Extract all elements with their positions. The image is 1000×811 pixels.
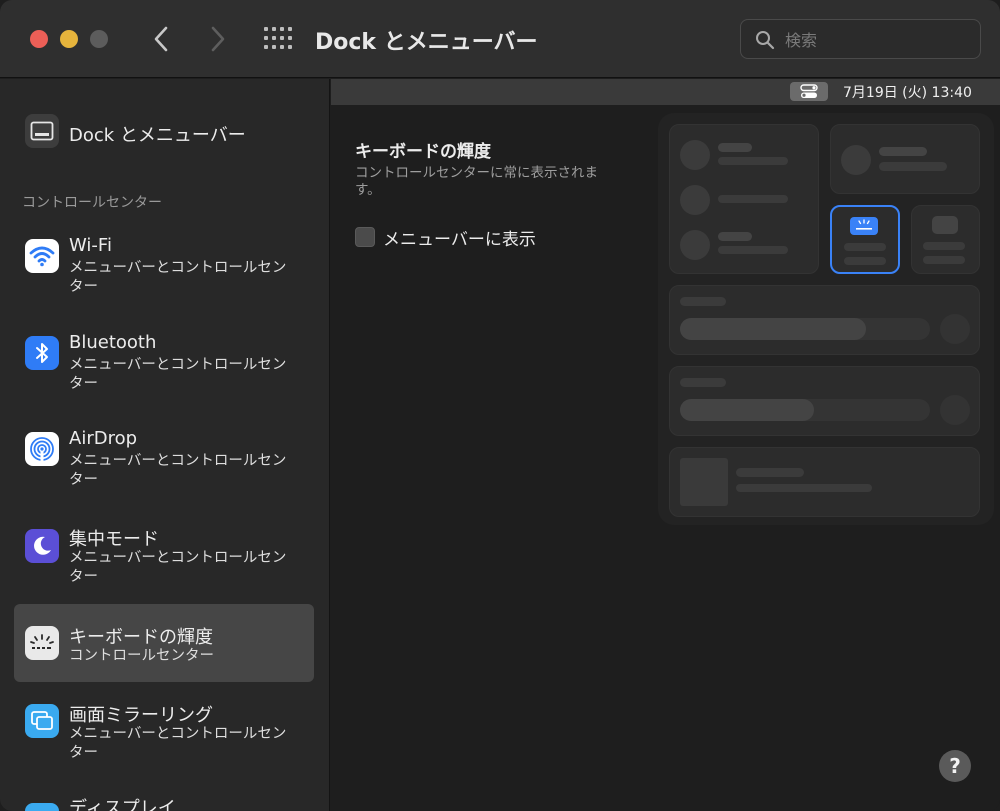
back-button[interactable] — [146, 22, 176, 56]
close-window-button[interactable] — [30, 30, 48, 48]
sidebar-item-bluetooth[interactable]: Bluetooth メニューバーとコントロールセンター — [14, 326, 314, 402]
settings-window: Dock とメニューバー Dock とメニューバー コントロールセンター Wi-… — [0, 0, 1000, 811]
control-center-preview — [658, 113, 994, 525]
show-in-menubar-row[interactable]: メニューバーに表示 — [355, 226, 536, 250]
window-title: Dock とメニューバー — [315, 30, 538, 55]
preview-mirroring-card — [911, 205, 980, 274]
sidebar-item-subtitle: メニューバーとコントロールセンター — [69, 726, 287, 761]
sidebar-item-subtitle: メニューバーとコントロールセンター — [69, 260, 287, 295]
sidebar-item-subtitle: メニューバーとコントロールセンター — [69, 550, 287, 585]
preview-connectivity-card — [669, 124, 819, 274]
sidebar-item-title: 集中モード — [69, 529, 159, 550]
bluetooth-icon — [25, 336, 59, 370]
preview-now-playing-card — [669, 447, 980, 517]
menubar-preview: 7月19日 (火) 13:40 — [331, 79, 1000, 105]
option-description: コントロールセンターに常に表示されます。 — [355, 165, 598, 198]
help-button[interactable]: ? — [939, 750, 971, 782]
sidebar-item-title: Wi-Fi — [69, 235, 112, 256]
show-in-menubar-checkbox[interactable] — [355, 227, 375, 247]
preview-display-card — [669, 285, 980, 355]
option-title: キーボードの輝度 — [355, 142, 491, 162]
menubar-date-time: 7月19日 (火) 13:40 — [843, 85, 972, 101]
sidebar-item-label: Dock とメニューバー — [69, 125, 246, 146]
dock-icon — [25, 114, 59, 148]
sidebar-item-title: 画面ミラーリング — [69, 705, 213, 726]
section-header-control-center: コントロールセンター — [22, 195, 162, 211]
preview-keyboard-brightness-icon — [850, 217, 878, 235]
zoom-window-button[interactable] — [90, 30, 108, 48]
sidebar-item-subtitle: コントロールセンター — [69, 648, 214, 664]
keyboard-brightness-icon — [25, 626, 59, 660]
show-all-button[interactable] — [262, 25, 294, 53]
sidebar-item-display[interactable]: ディスプレイ — [14, 791, 314, 811]
minimize-window-button[interactable] — [60, 30, 78, 48]
sidebar-item-title: キーボードの輝度 — [69, 627, 213, 648]
sidebar-item-wifi[interactable]: Wi-Fi メニューバーとコントロールセンター — [14, 229, 314, 305]
sidebar-item-keyboard-brightness[interactable]: キーボードの輝度 コントロールセンター — [14, 604, 314, 682]
control-center-icon — [790, 82, 828, 101]
preview-sound-card — [669, 366, 980, 436]
sidebar-item-title: ディスプレイ — [69, 798, 176, 811]
show-in-menubar-label: メニューバーに表示 — [383, 229, 536, 250]
title-bar: Dock とメニューバー — [0, 0, 1000, 78]
airdrop-icon — [25, 432, 59, 466]
forward-button[interactable] — [203, 22, 233, 56]
detail-pane: 7月19日 (火) 13:40 キーボードの輝度 コントロールセンターに常に表示… — [331, 79, 1000, 811]
preview-keyboard-brightness-card — [830, 205, 900, 274]
chevron-right-icon — [211, 26, 225, 52]
sidebar: Dock とメニューバー コントロールセンター Wi-Fi メニューバーとコント… — [0, 79, 330, 811]
moon-icon — [25, 529, 59, 563]
display-icon — [25, 803, 59, 811]
sidebar-item-subtitle: メニューバーとコントロールセンター — [69, 357, 287, 392]
chevron-left-icon — [154, 26, 168, 52]
search-input[interactable] — [785, 28, 965, 52]
sidebar-item-title: AirDrop — [69, 428, 138, 449]
sidebar-item-airdrop[interactable]: AirDrop メニューバーとコントロールセンター — [14, 422, 314, 498]
wifi-icon — [25, 239, 59, 273]
sidebar-item-screen-mirroring[interactable]: 画面ミラーリング メニューバーとコントロールセンター — [14, 701, 314, 777]
screen-mirroring-icon — [25, 704, 59, 738]
sidebar-item-dock-menubar[interactable]: Dock とメニューバー — [14, 109, 314, 153]
search-icon — [756, 31, 775, 50]
preview-focus-card — [830, 124, 980, 194]
sidebar-item-focus[interactable]: 集中モード メニューバーとコントロールセンター — [14, 519, 314, 595]
search-field[interactable] — [740, 19, 981, 59]
sidebar-item-subtitle: メニューバーとコントロールセンター — [69, 453, 287, 488]
sidebar-item-title: Bluetooth — [69, 332, 157, 353]
